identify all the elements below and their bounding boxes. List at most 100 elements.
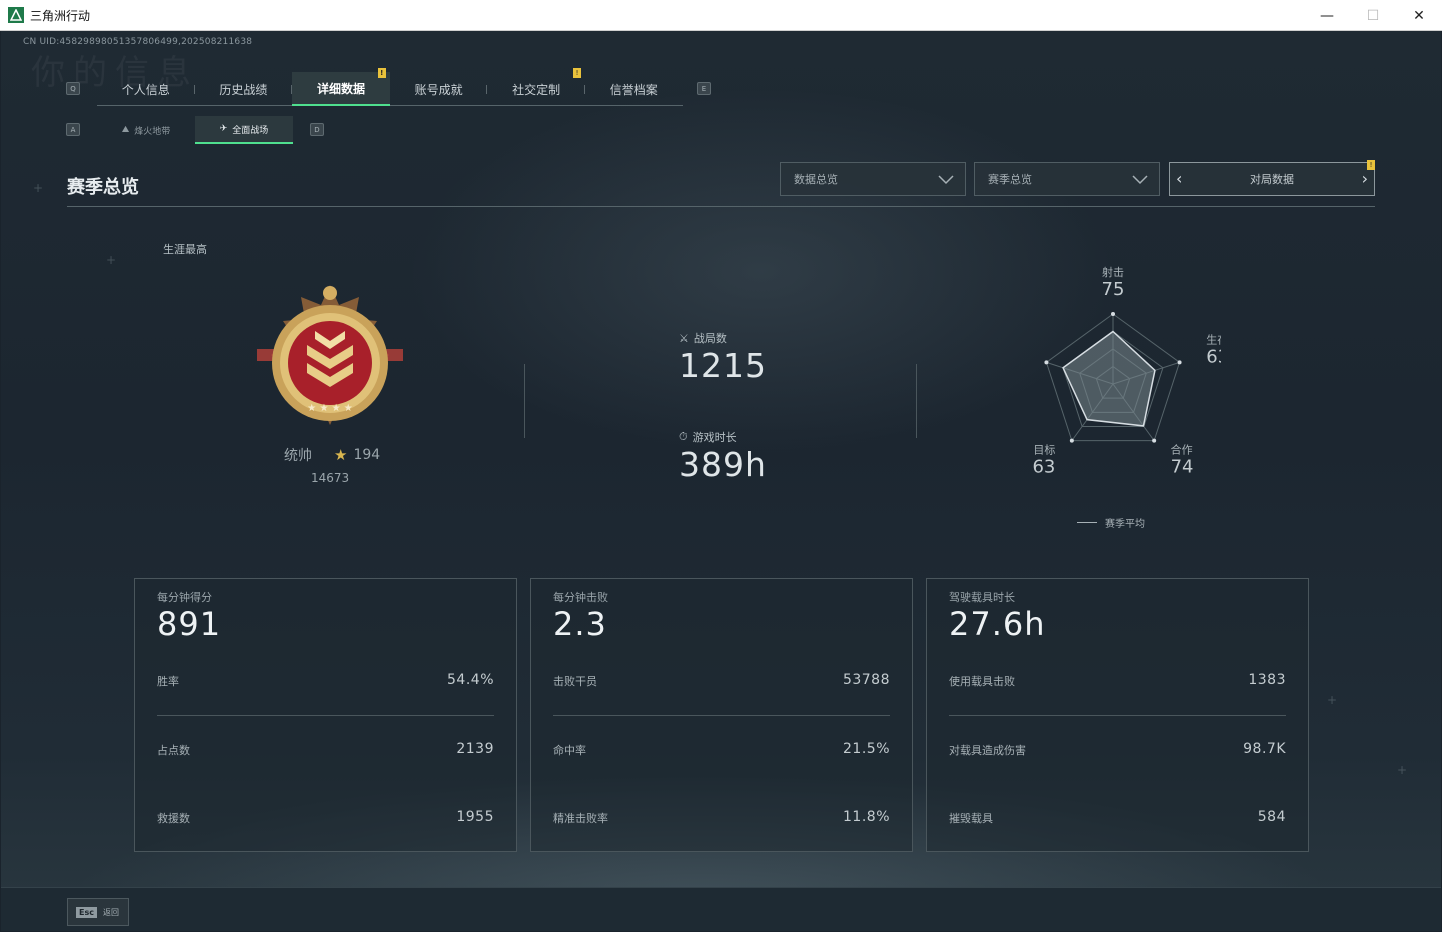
tab-social-custom[interactable]: 社交定制 !	[487, 68, 585, 106]
decor-plus-icon: +	[106, 253, 117, 267]
tab-personal-info[interactable]: 个人信息	[97, 72, 195, 106]
radar-axis-value: 63	[1206, 347, 1221, 368]
card-title: 驾驶载具时长	[949, 591, 1015, 604]
radar-axis-value: 75	[1102, 279, 1125, 300]
tab-label: 详细数据	[316, 81, 365, 96]
stat-label: 救援数	[157, 812, 190, 825]
radar-vertex-dot	[1177, 360, 1182, 365]
radar-axis-label: 射击	[1102, 265, 1124, 279]
tab-label: 账号成就	[414, 82, 463, 97]
subtab-full-battlefield[interactable]: ✈ 全面战场	[195, 116, 293, 144]
matches-label: ⚔ 战局数	[679, 330, 727, 346]
divider	[916, 364, 917, 438]
close-button[interactable]: ✕	[1396, 0, 1442, 31]
legend-label: 赛季平均	[1105, 519, 1145, 530]
radar-axis-label: 合作	[1171, 442, 1193, 456]
star-icon: ★	[334, 446, 348, 464]
keycap-a[interactable]: A	[66, 123, 80, 136]
stopwatch-icon: ⏱	[679, 430, 688, 443]
back-button[interactable]: Esc 返回	[67, 898, 129, 926]
stat-label: 命中率	[553, 744, 586, 757]
rank-name: 统帅	[284, 448, 312, 464]
matches-label-text: 战局数	[693, 332, 727, 345]
tab-label: 信誉档案	[609, 82, 658, 97]
chevron-down-icon	[1132, 175, 1148, 185]
tab-reputation[interactable]: 信誉档案	[585, 72, 683, 106]
game-viewport: 你的信息 CN UID:4582989805135780649​9,202508…	[1, 31, 1441, 931]
stat-label: 占点数	[157, 744, 190, 757]
minimize-button[interactable]: —	[1304, 0, 1350, 31]
chevron-right-icon[interactable]: ›	[1362, 169, 1368, 188]
stat-value: 98.7K	[1243, 741, 1286, 757]
dropdown-value: 赛季总览	[988, 173, 1032, 186]
ability-radar-chart: 射击75生存63合作74目标63载具75	[1032, 265, 1221, 477]
playtime-label: ⏱ 游戏时长	[679, 429, 737, 445]
stat-label: 对载具造成伤害	[949, 744, 1026, 757]
tab-label: 社交定制	[512, 82, 561, 97]
tab-detailed-data[interactable]: 详细数据 !	[292, 68, 390, 106]
stat-label: 击败干员	[553, 675, 597, 688]
tab-achievements[interactable]: 账号成就	[390, 72, 488, 106]
card-main-value: 891	[157, 605, 222, 643]
playtime-label-text: 游戏时长	[692, 431, 737, 444]
row-divider	[553, 715, 890, 716]
card-main-value: 27.6h	[949, 605, 1046, 643]
stat-label: 胜率	[157, 675, 179, 688]
season-dropdown[interactable]: 赛季总览	[974, 162, 1160, 196]
stat-value: 54.4%	[447, 672, 494, 688]
chevron-left-icon[interactable]: ‹	[1176, 169, 1182, 188]
subtab-label: 全面战场	[232, 125, 269, 136]
rank-stars: 194	[353, 447, 381, 463]
stat-label: 精准击败率	[553, 812, 608, 825]
rank-emblem-icon: ★ ★ ★ ★	[257, 285, 403, 425]
stat-value: 2139	[456, 741, 494, 757]
data-overview-dropdown[interactable]: 数据总览	[780, 162, 966, 196]
decor-plus-icon: +	[33, 181, 44, 195]
keycap-d[interactable]: D	[310, 123, 324, 136]
radar-axis-label: 目标	[1033, 442, 1055, 456]
stat-value: 21.5%	[843, 741, 890, 757]
navigator-label: 对局数据	[1250, 173, 1294, 186]
window-titlebar: 三角洲行动 — ☐ ✕	[0, 0, 1442, 31]
radar-vertex-dot	[1044, 360, 1049, 365]
stat-value: 584	[1257, 809, 1286, 825]
card-main-value: 2.3	[553, 605, 607, 643]
dropdown-value: 数据总览	[794, 173, 838, 186]
vehicle-card: 驾驶载具时长 27.6h 使用载具击败 1383 对载具造成伤害 98.7K 摧…	[926, 578, 1309, 852]
window-title: 三角洲行动	[30, 8, 91, 23]
stat-label: 摧毁载具	[949, 812, 993, 825]
section-title: 赛季总览	[67, 177, 139, 198]
radar-axis-value: 63	[1032, 456, 1055, 477]
subtab-label: 烽火地带	[134, 126, 171, 137]
card-title: 每分钟得分	[157, 591, 212, 604]
esc-key-hint: Esc	[76, 906, 97, 918]
back-label: 返回	[102, 907, 119, 917]
decor-plus-icon: +	[1397, 763, 1408, 777]
battlefield-icon: ✈	[219, 124, 228, 134]
mode-subtabs: ⛰ 烽火地带 ✈ 全面战场	[97, 116, 293, 144]
main-tabs: 个人信息 历史战绩 详细数据 ! 账号成就 社交定制 ! 信誉档案	[97, 68, 683, 106]
keycap-q[interactable]: Q	[66, 82, 80, 95]
tab-match-history[interactable]: 历史战绩	[195, 72, 293, 106]
rank-score: 14673	[311, 471, 350, 485]
svg-text:★ ★ ★ ★: ★ ★ ★ ★	[307, 403, 352, 414]
notification-badge: !	[377, 68, 386, 78]
app-logo-icon	[8, 7, 24, 23]
uid-watermark: CN UID:4582989805135780649​9,20250821163…	[23, 37, 253, 47]
radar-axis-value: 74	[1171, 456, 1194, 477]
card-title: 每分钟击败	[553, 591, 608, 604]
playtime-value: 389h	[679, 445, 767, 484]
maximize-button[interactable]: ☐	[1350, 0, 1396, 31]
radar-vertex-dot	[1152, 438, 1157, 443]
chevron-down-icon	[938, 175, 954, 185]
divider	[524, 364, 525, 438]
keycap-e[interactable]: E	[697, 82, 711, 95]
subtab-hazard-zone[interactable]: ⛰ 烽火地带	[97, 116, 195, 144]
stat-value: 1383	[1248, 672, 1286, 688]
stat-value: 11.8%	[843, 809, 890, 825]
decor-plus-icon: +	[1327, 693, 1338, 707]
notification-badge: !	[1367, 160, 1375, 170]
radar-legend: 赛季平均	[1077, 515, 1145, 530]
tab-label: 历史战绩	[219, 82, 268, 97]
matches-value: 1215	[679, 346, 767, 385]
